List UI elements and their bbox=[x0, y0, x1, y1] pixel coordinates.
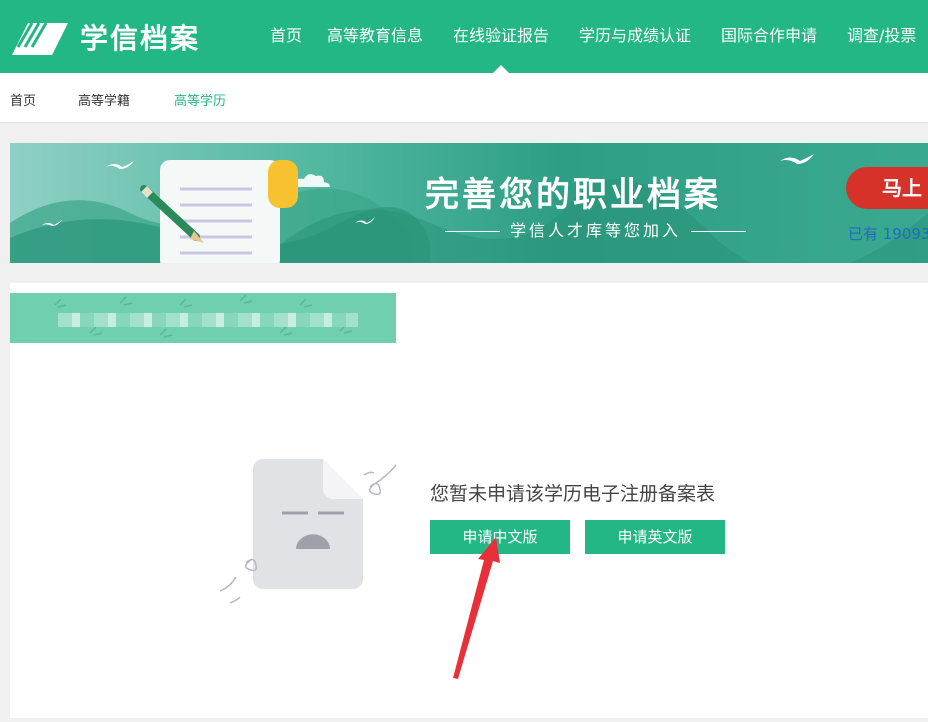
nav-online-verification[interactable]: 在线验证报告 bbox=[453, 22, 549, 46]
banner-title: 完善您的职业档案 bbox=[425, 175, 721, 215]
document-illustration bbox=[160, 160, 298, 263]
nav-home[interactable]: 首页 bbox=[270, 22, 302, 46]
banner-subtitle: 学信人才库等您加入 bbox=[435, 217, 756, 241]
site-logo[interactable]: 学信档案 bbox=[10, 12, 200, 62]
logo-book-icon bbox=[12, 22, 68, 55]
empty-state-message: 您暂未申请该学历电子注册备案表 bbox=[430, 483, 716, 505]
breadcrumb-student-status[interactable]: 高等学籍 bbox=[78, 90, 130, 109]
main-card: 您暂未申请该学历电子注册备案表 申请中文版 申请英文版 bbox=[10, 283, 928, 718]
nav-degree-certification[interactable]: 学历与成绩认证 bbox=[579, 22, 691, 46]
nav-international[interactable]: 国际合作申请 bbox=[721, 22, 817, 46]
nav-active-indicator bbox=[493, 65, 509, 73]
breadcrumb-degree[interactable]: 高等学历 bbox=[174, 90, 226, 109]
redacted-text bbox=[58, 313, 358, 327]
join-now-button[interactable]: 马上 bbox=[846, 167, 928, 209]
apply-chinese-button[interactable]: 申请中文版 bbox=[430, 520, 570, 554]
breadcrumb-home[interactable]: 首页 bbox=[10, 90, 36, 109]
banner-subtitle-text: 学信人才库等您加入 bbox=[510, 221, 682, 240]
breadcrumb: 首页 高等学籍 高等学历 bbox=[0, 73, 928, 123]
top-navbar: 学信档案 首页 高等教育信息 在线验证报告 学历与成绩认证 国际合作申请 调查/… bbox=[0, 0, 928, 73]
nav-survey[interactable]: 调查/投票 bbox=[847, 22, 916, 46]
logo-text: 学信档案 bbox=[80, 22, 201, 55]
promo-banner[interactable]: 完善您的职业档案 学信人才库等您加入 马上 已有 19093 bbox=[10, 143, 928, 263]
degree-header-strip bbox=[10, 293, 396, 343]
document-sad-icon bbox=[219, 459, 397, 604]
nav-higher-education[interactable]: 高等教育信息 bbox=[327, 22, 423, 46]
apply-english-button[interactable]: 申请英文版 bbox=[585, 520, 725, 554]
banner-member-count: 已有 19093 bbox=[848, 225, 928, 243]
